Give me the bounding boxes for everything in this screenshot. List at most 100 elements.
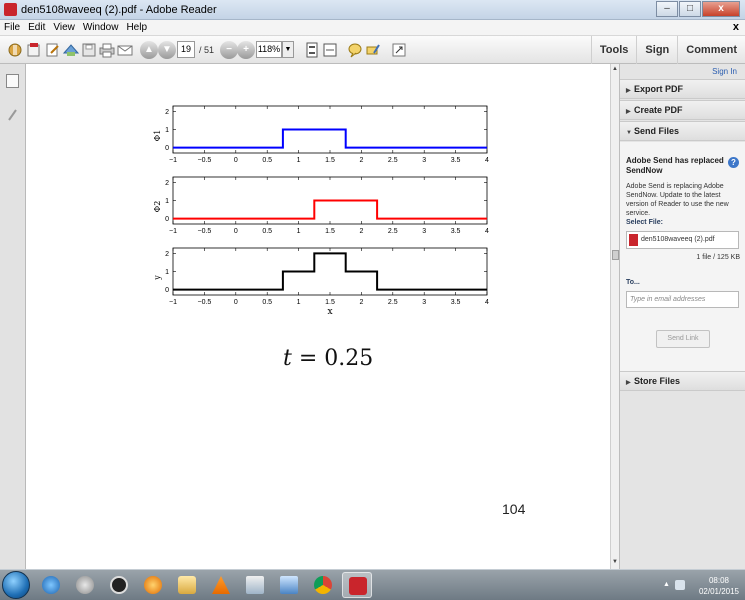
- x-tick-label: 3.5: [451, 299, 461, 306]
- x-tick-label: 3: [422, 228, 426, 235]
- y-tick-label: 1: [165, 198, 169, 205]
- x-tick-label: 1: [297, 157, 301, 164]
- share-icon[interactable]: [62, 41, 80, 59]
- page-thumbnails-icon[interactable]: [6, 74, 19, 88]
- zoom-dropdown-icon[interactable]: ▼: [282, 41, 294, 58]
- open-icon[interactable]: [25, 41, 43, 59]
- selected-file-box[interactable]: den5108waveeq (2).pdf: [626, 231, 739, 249]
- x-tick-label: 2.5: [388, 299, 398, 306]
- x-tick-label: 2: [359, 228, 363, 235]
- expand-icon[interactable]: [390, 41, 408, 59]
- x-tick-label: 4: [485, 228, 489, 235]
- page-number-input[interactable]: 19: [177, 41, 195, 58]
- zoom-input[interactable]: 118%: [256, 41, 282, 58]
- create-pdf-section[interactable]: ▶ Create PDF: [620, 100, 745, 120]
- create-icon[interactable]: [6, 41, 24, 59]
- chrome-icon[interactable]: [308, 572, 338, 598]
- comment-icon[interactable]: [346, 41, 364, 59]
- x-tick-label: 2: [359, 299, 363, 306]
- y-tick-label: 1: [165, 269, 169, 276]
- zoom-out-icon[interactable]: −: [220, 41, 238, 59]
- sign-in-link[interactable]: Sign In: [712, 67, 737, 76]
- email-input[interactable]: Type in email addresses: [626, 291, 739, 308]
- tools-button[interactable]: Tools: [590, 36, 637, 64]
- x-tick-label: 3: [422, 299, 426, 306]
- adobe-reader-icon: [4, 3, 17, 16]
- explorer-folder-icon[interactable]: [172, 572, 202, 598]
- previous-page-icon[interactable]: ▲: [140, 41, 158, 59]
- store-files-section[interactable]: ▶ Store Files: [620, 371, 745, 391]
- zoom-in-icon[interactable]: +: [237, 41, 255, 59]
- show-hidden-icons-icon[interactable]: ▲: [663, 581, 670, 588]
- export-pdf-section[interactable]: ▶ Export PDF: [620, 79, 745, 99]
- close-button[interactable]: x: [702, 1, 740, 17]
- document-scrollbar[interactable]: ▲ ▼: [610, 64, 619, 569]
- start-button[interactable]: [2, 571, 30, 599]
- internet-explorer-icon[interactable]: [36, 572, 66, 598]
- collapsed-arrow-icon: ▶: [626, 380, 631, 386]
- highlight-icon[interactable]: [364, 41, 382, 59]
- email-icon[interactable]: [116, 41, 134, 59]
- x-tick-label: 0.5: [262, 299, 272, 306]
- sign-button[interactable]: Sign: [636, 36, 677, 64]
- tools-panel: Sign In ▶ Export PDF ▶ Create PDF ▼ Send Fi…: [619, 64, 745, 569]
- menu-file[interactable]: File: [0, 20, 24, 35]
- edit-icon[interactable]: [44, 41, 62, 59]
- selected-file-name: den5108waveeq (2).pdf: [641, 236, 715, 243]
- close-document-button[interactable]: x: [733, 21, 739, 33]
- x-tick-label: 3.5: [451, 228, 461, 235]
- fit-width-icon[interactable]: [321, 41, 339, 59]
- send-files-body: Adobe Send has replaced SendNow ? Adobe …: [620, 142, 745, 379]
- menu-edit[interactable]: Edit: [24, 20, 49, 35]
- adobe-reader-taskbar-icon[interactable]: [342, 572, 372, 598]
- media-player-icon[interactable]: [70, 572, 100, 598]
- send-files-section[interactable]: ▼ Send Files: [620, 121, 745, 141]
- y-axis-label: Φ1: [153, 130, 162, 142]
- network-icon[interactable]: [274, 572, 304, 598]
- x-tick-label: 0: [234, 299, 238, 306]
- menu-window[interactable]: Window: [79, 20, 123, 35]
- scroll-down-icon[interactable]: ▼: [611, 559, 619, 567]
- menu-view[interactable]: View: [49, 20, 79, 35]
- comment-button[interactable]: Comment: [677, 36, 745, 64]
- menu-help[interactable]: Help: [122, 20, 151, 35]
- send-files-label: Send Files: [634, 126, 680, 136]
- page-count: / 51: [199, 45, 215, 55]
- x-tick-label: −1: [169, 228, 177, 235]
- save-icon[interactable]: [80, 41, 98, 59]
- store-files-label: Store Files: [634, 376, 681, 386]
- page-number-text: 104: [502, 501, 526, 517]
- x-tick-label: 4: [485, 299, 489, 306]
- x-tick-label: −1: [169, 299, 177, 306]
- scroll-up-icon[interactable]: ▲: [611, 66, 619, 74]
- app-window-icon[interactable]: [240, 572, 270, 598]
- x-axis-label: x: [327, 307, 332, 317]
- maximize-button[interactable]: □: [679, 1, 701, 17]
- y-tick-label: 0: [165, 216, 169, 223]
- x-tick-label: 1: [297, 228, 301, 235]
- media-center-icon[interactable]: [138, 572, 168, 598]
- action-center-icon[interactable]: [675, 580, 685, 590]
- next-page-icon[interactable]: ▼: [158, 41, 176, 59]
- collapsed-arrow-icon: ▶: [626, 88, 631, 94]
- print-icon[interactable]: [98, 41, 116, 59]
- scroll-thumb[interactable]: [612, 250, 619, 260]
- send-link-button[interactable]: Send Link: [656, 330, 710, 348]
- fit-page-icon[interactable]: [303, 41, 321, 59]
- x-tick-label: 0: [234, 228, 238, 235]
- x-tick-label: 0.5: [262, 157, 272, 164]
- x-tick-label: 2: [359, 157, 363, 164]
- vlc-icon[interactable]: [206, 572, 236, 598]
- clock[interactable]: 08:08 02/01/2015: [699, 575, 739, 597]
- document-page[interactable]: −1 −0.5 0 0.5 1 1.5 2 2.5 3 3.5 4 0 1 2 Φ1 −1 −0.5 0 0.5 1 1…: [26, 64, 610, 569]
- minimize-button[interactable]: –: [656, 1, 678, 17]
- send-title: Adobe Send has replaced SendNow: [626, 156, 724, 175]
- hp-icon[interactable]: [104, 572, 134, 598]
- time-label: t = 0.25: [283, 346, 373, 371]
- attachments-icon[interactable]: [6, 106, 19, 121]
- collapsed-arrow-icon: ▶: [626, 109, 631, 115]
- pdf-file-icon: [629, 234, 638, 246]
- to-label: To...: [626, 279, 640, 286]
- help-icon[interactable]: ?: [728, 157, 739, 168]
- task-panes: Tools Sign Comment: [590, 36, 745, 64]
